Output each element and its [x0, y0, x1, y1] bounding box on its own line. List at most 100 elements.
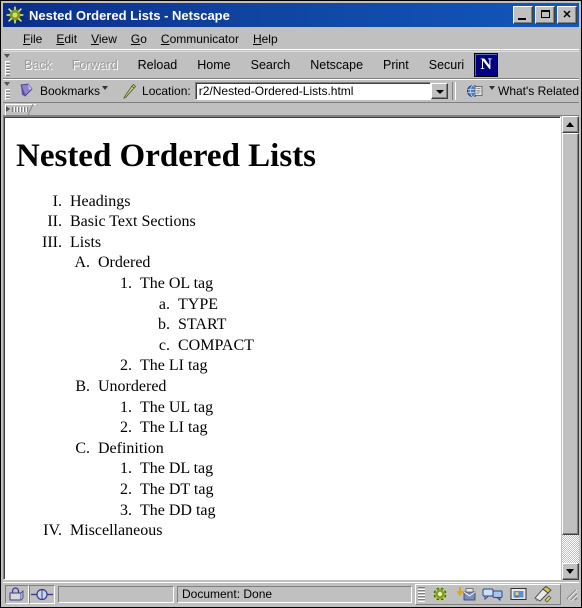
print-button[interactable]: Print	[373, 54, 419, 76]
component-bar	[415, 583, 561, 605]
navigator-icon[interactable]	[428, 585, 454, 603]
location-input[interactable]	[195, 84, 430, 98]
bookmarks-chevron-down-icon[interactable]	[102, 86, 109, 90]
connection-icon[interactable]	[29, 584, 55, 604]
minimize-button[interactable]	[513, 6, 533, 24]
list-item: 1. The OL tag a. TYPE b. START c. COMPAC…	[16, 274, 550, 356]
list-item: b. START	[16, 315, 550, 336]
component-bar-grip[interactable]	[418, 586, 425, 602]
bookmarks-button[interactable]: Bookmarks	[40, 84, 100, 98]
menu-item-view[interactable]: View	[84, 31, 124, 47]
resize-grip[interactable]	[564, 587, 578, 601]
scrollbar-track[interactable]	[562, 133, 579, 563]
list-marker: C.	[75, 439, 90, 457]
composer-icon[interactable]	[532, 585, 558, 603]
list-item: c. COMPACT	[16, 336, 550, 357]
list-marker: I.	[52, 192, 62, 210]
menu-bar: File Edit View Go Communicator Help	[3, 29, 579, 50]
menu-item-help[interactable]: Help	[246, 31, 285, 47]
location-label: Location:	[142, 84, 191, 98]
window-title: Nested Ordered Lists - Netscape	[29, 7, 230, 23]
list-item-label: The UL tag	[140, 398, 214, 416]
list-item: III. Lists A. Ordered 1. The OL tag a. T…	[16, 233, 550, 521]
list-item-label: Headings	[70, 192, 131, 210]
back-button[interactable]: Back	[14, 54, 62, 76]
netscape-logo-icon[interactable]: N	[474, 53, 499, 77]
personal-toolbar-grip[interactable]	[5, 103, 43, 116]
menu-item-edit[interactable]: Edit	[49, 31, 84, 47]
list-item: IV. Miscellaneous	[16, 521, 550, 542]
list-marker: 1.	[120, 275, 132, 293]
list-marker: 3.	[120, 501, 132, 519]
location-toolbar-grip[interactable]	[3, 80, 12, 102]
list-item: 2. The DT tag	[16, 480, 550, 501]
progress-bar	[58, 585, 174, 603]
padlock-icon[interactable]	[5, 584, 29, 604]
list-item: 2. The LI tag	[16, 356, 550, 377]
location-input-wrapper[interactable]	[194, 82, 431, 100]
navigation-toolbar-grip[interactable]	[3, 52, 12, 78]
list-marker: 2.	[120, 357, 132, 375]
list-marker: A.	[74, 254, 90, 272]
list-item-label: The OL tag	[140, 275, 214, 293]
list-item-label: The LI tag	[140, 357, 208, 375]
newsgroups-icon[interactable]	[480, 585, 506, 603]
outline-level-3: 1. The DL tag 2. The DT tag 3. The DD ta…	[16, 459, 550, 521]
list-item: a. TYPE	[16, 295, 550, 316]
list-item: C. Definition 1. The DL tag 2. The DT ta…	[16, 439, 550, 521]
list-item-label: Unordered	[98, 377, 167, 395]
close-button[interactable]: ✕	[557, 6, 577, 24]
content-area: Nested Ordered Lists I. Headings II. Bas…	[3, 116, 579, 580]
list-marker: B.	[75, 377, 90, 395]
chevron-down-icon	[566, 569, 574, 574]
title-bar: Nested Ordered Lists - Netscape ✕	[3, 3, 579, 27]
outline-level-2: A. Ordered 1. The OL tag a. TYPE b. STAR…	[16, 253, 550, 521]
status-message: Document: Done	[182, 587, 273, 601]
outline-level-3: 1. The OL tag a. TYPE b. START c. COMPAC…	[16, 274, 550, 377]
vertical-scrollbar[interactable]	[562, 116, 579, 580]
scrollbar-thumb[interactable]	[562, 133, 579, 535]
list-item-label: Definition	[98, 439, 164, 457]
personal-toolbar	[3, 103, 579, 116]
netscape-wheel-icon	[6, 6, 24, 24]
page-proxy-icon[interactable]	[121, 83, 137, 99]
scroll-down-button[interactable]	[562, 563, 579, 580]
security-button[interactable]: Securi	[419, 54, 474, 76]
toolbar-separator	[452, 82, 456, 100]
chevron-up-icon	[566, 122, 574, 127]
location-dropdown-button[interactable]	[431, 83, 448, 99]
list-item-label: COMPACT	[178, 336, 254, 354]
list-item-label: Lists	[70, 233, 102, 251]
list-item-label: The DL tag	[140, 460, 214, 478]
menu-item-go[interactable]: Go	[124, 31, 154, 47]
menu-item-file[interactable]: File	[16, 31, 49, 47]
reload-button[interactable]: Reload	[128, 54, 188, 76]
scroll-up-button[interactable]	[562, 116, 579, 133]
search-button[interactable]: Search	[241, 54, 301, 76]
list-marker: III.	[42, 233, 62, 251]
list-marker: b.	[158, 316, 170, 334]
list-item: 1. The DL tag	[16, 459, 550, 480]
mailbox-icon[interactable]	[454, 585, 480, 603]
list-item-label: TYPE	[178, 295, 218, 313]
address-book-icon[interactable]	[506, 585, 532, 603]
whats-related-chevron-down-icon[interactable]	[489, 86, 495, 90]
forward-button[interactable]: Forward	[62, 54, 128, 76]
list-marker: 1.	[120, 398, 132, 416]
maximize-button[interactable]	[535, 6, 555, 24]
netscape-logo-letter: N	[480, 56, 492, 73]
whats-related-icon	[466, 83, 484, 99]
home-button[interactable]: Home	[187, 54, 240, 76]
outline-level-1: I. Headings II. Basic Text Sections III.	[16, 192, 550, 542]
menu-item-communicator[interactable]: Communicator	[154, 31, 246, 47]
list-marker: 1.	[120, 460, 132, 478]
list-item: 2. The LI tag	[16, 418, 550, 439]
list-item-label: The LI tag	[140, 419, 208, 437]
whats-related-button[interactable]: What's Related	[498, 84, 579, 98]
netscape-button[interactable]: Netscape	[300, 54, 373, 76]
list-item: B. Unordered 1. The UL tag 2. The LI tag	[16, 377, 550, 439]
list-marker: IV.	[43, 522, 62, 540]
outline-level-3: 1. The UL tag 2. The LI tag	[16, 398, 550, 439]
navigation-toolbar: Back Forward Reload Home Search Netscape…	[3, 51, 579, 79]
list-item: A. Ordered 1. The OL tag a. TYPE b. STAR…	[16, 253, 550, 377]
